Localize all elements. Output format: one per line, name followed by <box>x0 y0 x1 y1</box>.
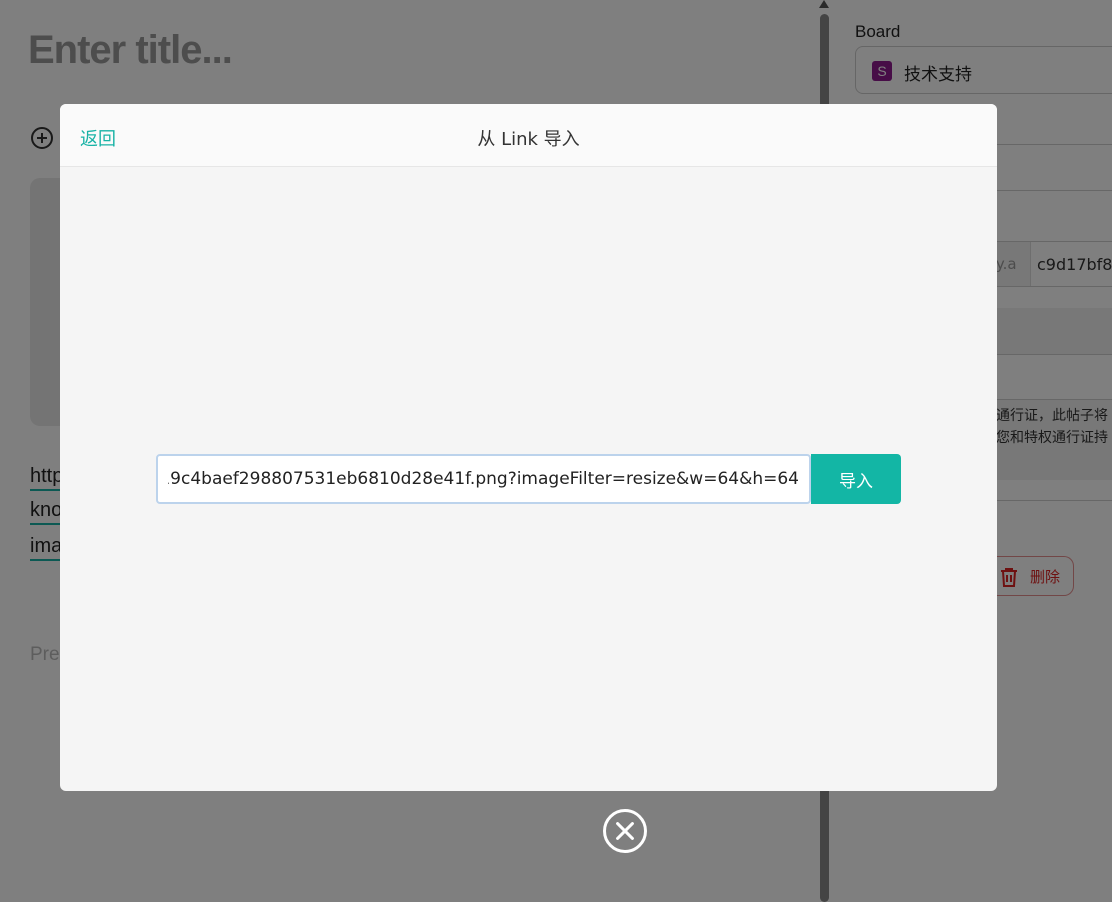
dialog-title: 从 Link 导入 <box>477 129 580 150</box>
dialog-header: 返回 从 Link 导入 <box>60 104 997 167</box>
import-button[interactable]: 导入 <box>811 454 901 504</box>
import-link-dialog: 返回 从 Link 导入 导入 <box>60 104 997 791</box>
close-circle-icon[interactable] <box>603 809 647 853</box>
page: Enter title... http kno ima Pre Board S … <box>0 0 1112 902</box>
link-url-input[interactable] <box>156 454 811 504</box>
